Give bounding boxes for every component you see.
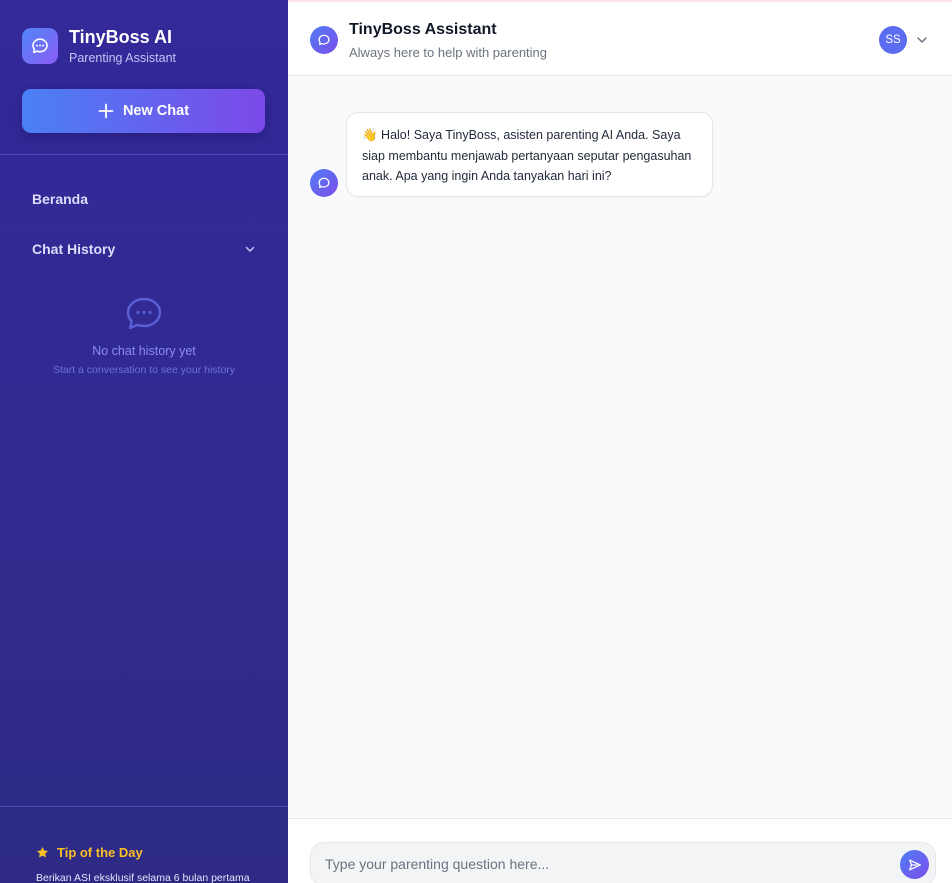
header-title: TinyBoss Assistant [349,21,497,38]
chat-header: TinyBoss Assistant Always here to help w… [288,2,952,76]
message-input[interactable] [311,843,891,883]
assistant-message-avatar [310,169,338,197]
tip-title: Tip of the Day [57,845,143,860]
tip-text: Berikan ASI eksklusif selama 6 bulan per… [36,872,250,883]
brand-subtitle: Parenting Assistant [69,51,177,65]
new-chat-button[interactable]: New Chat [22,89,265,133]
assistant-message-bubble: 👋 Halo! Saya TinyBoss, asisten parenting… [346,112,713,197]
send-button[interactable] [900,850,929,879]
star-icon [36,846,49,858]
chat-bubble-icon [22,28,58,64]
empty-state-subtitle: Start a conversation to see your history [52,364,236,376]
chat-main: TinyBoss Assistant Always here to help w… [288,0,952,883]
brand-title: TinyBoss AI [69,27,173,47]
message-input-wrapper [310,842,936,883]
header-subtitle: Always here to help with parenting [349,45,548,60]
empty-state-title: No chat history yet [92,344,196,358]
composer [288,818,952,883]
chat-bubble-icon [126,297,162,330]
brand: TinyBoss AI Parenting Assistant [22,26,176,66]
assistant-avatar [310,26,338,54]
chevron-down-icon[interactable] [915,33,929,47]
sidebar: TinyBoss AI Parenting Assistant New Chat… [0,0,288,883]
chat-bubble-icon [318,34,330,46]
chat-history-empty-state: No chat history yet Start a conversation… [0,296,288,376]
sidebar-divider [0,806,288,807]
sidebar-item-chat-history[interactable]: Chat History [32,241,256,257]
new-chat-label: New Chat [122,103,190,119]
chevron-down-icon [245,246,255,252]
sidebar-divider [0,154,288,155]
send-icon [908,859,921,870]
tip-of-the-day-header: Tip of the Day [36,845,143,860]
user-avatar[interactable]: SS [879,26,907,54]
sidebar-item-beranda[interactable]: Beranda [32,191,88,207]
chat-history-label: Chat History [32,241,116,257]
plus-icon [98,103,114,119]
chat-bubble-icon [318,177,330,189]
